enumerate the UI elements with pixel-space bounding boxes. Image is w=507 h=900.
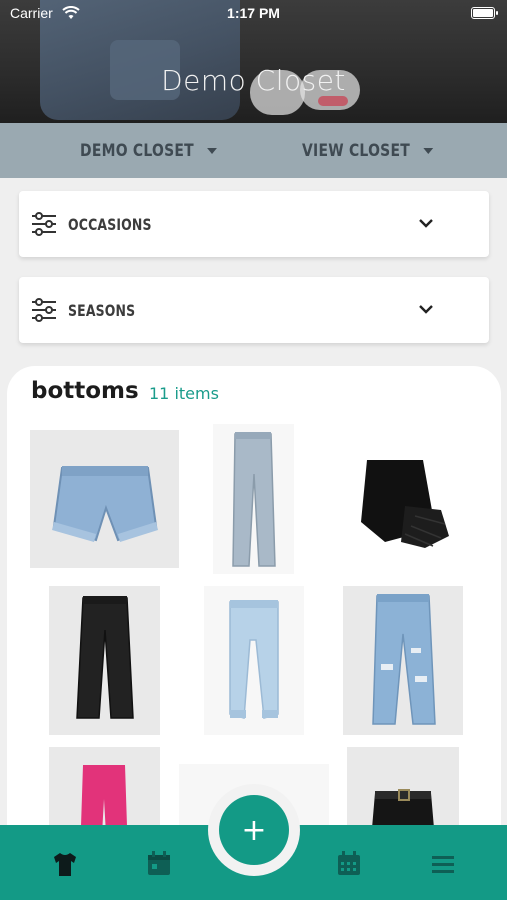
- category-title: bottoms: [31, 378, 139, 404]
- denim-shorts-image: [52, 466, 158, 542]
- item-black-wide-trousers[interactable]: [49, 586, 160, 735]
- tshirt-icon[interactable]: [50, 849, 80, 879]
- plus-icon: +: [241, 812, 267, 848]
- item-light-blue-joggers[interactable]: [204, 586, 304, 735]
- chevron-down-icon: [419, 219, 433, 228]
- light-wash-jeans-image: [232, 432, 276, 567]
- black-feather-skirt-image: [361, 460, 449, 548]
- item-black-feather-skirt[interactable]: [345, 446, 455, 556]
- black-wide-trousers-image: [76, 596, 134, 719]
- view-select[interactable]: VIEW CLOSET: [302, 123, 433, 178]
- page-title: Demo Closet: [161, 64, 346, 97]
- ripped-jeans-image: [372, 594, 436, 725]
- light-blue-joggers-image: [229, 600, 279, 719]
- add-item-button[interactable]: +: [219, 795, 289, 865]
- seasons-filter-label: SEASONS: [68, 300, 136, 320]
- category-count[interactable]: 11 items: [149, 384, 219, 403]
- calendar-grid-icon[interactable]: [334, 849, 364, 879]
- closet-select-label: DEMO CLOSET: [80, 140, 194, 161]
- seasons-filter[interactable]: SEASONS: [19, 277, 489, 343]
- menu-icon[interactable]: [428, 849, 458, 879]
- sliders-icon: [32, 212, 56, 236]
- closet-nav-bar: DEMO CLOSET VIEW CLOSET: [0, 123, 507, 178]
- chevron-down-icon: [419, 305, 433, 314]
- occasions-filter-label: OCCASIONS: [68, 214, 152, 234]
- battery-icon: [471, 7, 498, 19]
- occasions-filter[interactable]: OCCASIONS: [19, 191, 489, 257]
- dropdown-arrow-icon: [423, 147, 433, 154]
- dropdown-arrow-icon: [207, 147, 217, 154]
- header-banner: Carrier 1:17 PM Demo Closet: [0, 0, 507, 123]
- sliders-icon: [32, 298, 56, 322]
- header-photo-sneaker-accent: [318, 96, 348, 106]
- item-denim-shorts[interactable]: [30, 430, 179, 568]
- closet-select[interactable]: DEMO CLOSET: [80, 123, 217, 178]
- clock: 1:17 PM: [227, 5, 280, 21]
- calendar-icon[interactable]: [144, 849, 174, 879]
- status-bar: Carrier 1:17 PM: [0, 5, 507, 25]
- item-ripped-jeans[interactable]: [343, 586, 463, 735]
- item-light-wash-jeans[interactable]: [213, 424, 294, 574]
- view-select-label: VIEW CLOSET: [302, 140, 410, 161]
